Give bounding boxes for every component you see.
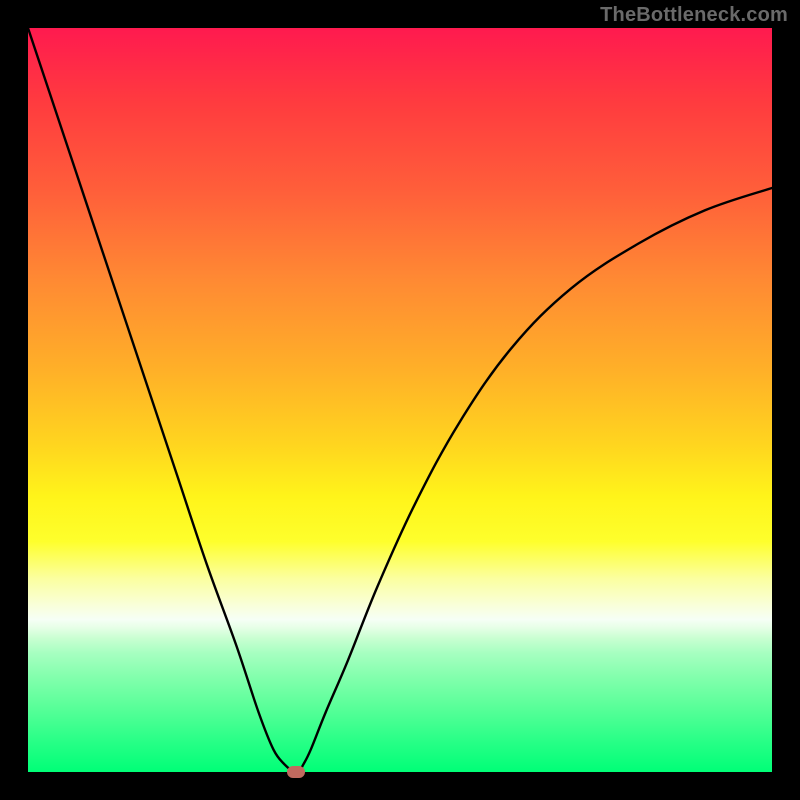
bottleneck-curve: [28, 28, 772, 772]
watermark-label: TheBottleneck.com: [600, 4, 788, 27]
chart-frame: TheBottleneck.com: [0, 0, 800, 800]
plot-area: [28, 28, 772, 772]
curve-svg: [28, 28, 772, 772]
optimal-point-marker: [287, 766, 305, 778]
